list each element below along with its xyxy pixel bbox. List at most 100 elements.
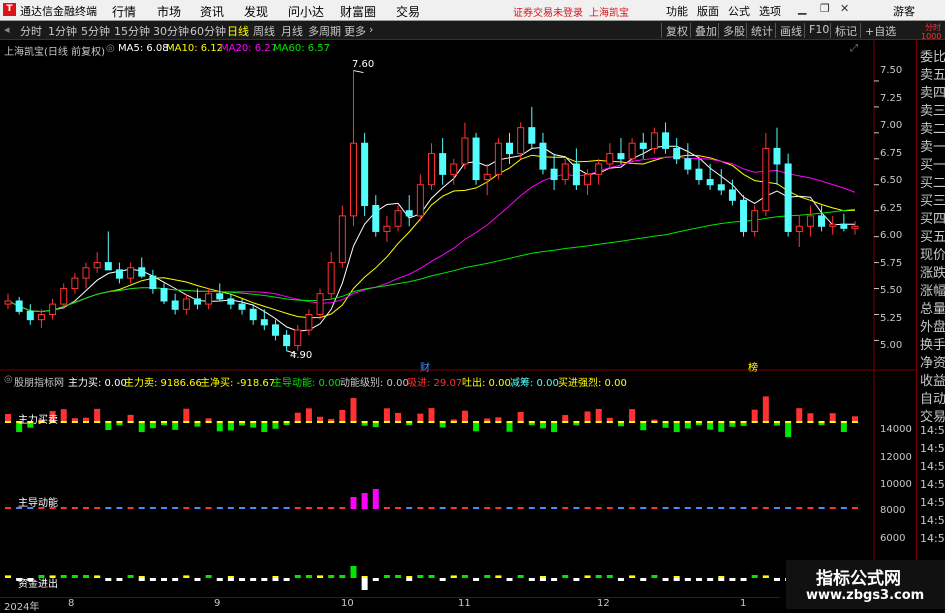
capital-bar (551, 578, 558, 581)
momentum-bar (539, 507, 546, 509)
side-tab[interactable]: 卖五 (920, 64, 945, 83)
side-tab[interactable]: 外盘 (920, 316, 945, 335)
date-label: 10 (341, 598, 354, 609)
momentum-bar (227, 507, 234, 509)
zhuli-base (840, 421, 847, 423)
momentum-bar (283, 507, 290, 509)
capital-bar (372, 578, 379, 581)
capital-bar (718, 578, 725, 581)
side-tab[interactable]: 卖二 (920, 118, 945, 137)
zhuli-bar (105, 423, 112, 430)
momentum-bar (161, 507, 168, 509)
momentum-bar (439, 507, 446, 509)
capital-base (5, 576, 11, 578)
zhuli-base (796, 421, 803, 423)
zhuli-bar (406, 423, 413, 426)
side-tab[interactable]: 卖一 (920, 136, 945, 155)
side-tab[interactable]: 总量 (920, 298, 945, 317)
zhuli-base (172, 421, 179, 423)
momentum-bar (695, 507, 702, 509)
candle (572, 163, 580, 186)
side-tab[interactable]: 买三 (920, 190, 945, 209)
low-price-label: 4.90 (290, 350, 313, 361)
vol-tick: 8000 (880, 505, 906, 516)
zhuli-base (194, 421, 201, 423)
side-tab[interactable]: 卖四 (920, 82, 945, 101)
candle (762, 147, 770, 212)
momentum-bar (205, 507, 212, 509)
side-tab[interactable]: 净资 (920, 352, 945, 371)
candle (773, 147, 781, 165)
momentum-bar (94, 507, 101, 509)
capital-bar (695, 578, 702, 581)
side-tab[interactable]: 交易 (920, 406, 945, 425)
zhuli-bar (194, 423, 201, 427)
candle (695, 168, 703, 181)
side-tab[interactable]: 涨幅 (920, 280, 945, 299)
candle (818, 215, 826, 227)
candle (361, 142, 369, 206)
zhuli-bar (183, 408, 190, 423)
candle (26, 310, 34, 321)
side-tab[interactable]: 委比 (920, 46, 945, 65)
candle (271, 324, 279, 336)
date-label: 12 (597, 598, 610, 609)
side-tab[interactable]: 自动 (920, 388, 945, 407)
candle (728, 189, 736, 201)
ind-absorb: 吸进: 29.07 (407, 378, 463, 389)
kline-chart[interactable] (0, 0, 916, 609)
zhuli-bar (383, 408, 390, 423)
candle (216, 293, 224, 300)
settings-icon[interactable]: ◎ (106, 43, 115, 54)
momentum-bar (785, 507, 792, 509)
capital-bar (216, 578, 223, 581)
side-tab[interactable]: 收益 (920, 370, 945, 389)
momentum-bar (417, 507, 424, 509)
momentum-bar (673, 507, 680, 509)
zhuli-base (239, 421, 246, 423)
momentum-bar (662, 507, 669, 509)
list-marker[interactable]: 榜 (748, 359, 758, 374)
zhuli-base (261, 421, 268, 423)
momentum-bar (5, 507, 11, 509)
momentum-bar (762, 507, 769, 509)
zhuli-bar (116, 423, 123, 426)
zhuli-base (395, 421, 402, 423)
momentum-bar (528, 507, 535, 509)
indicator-icon[interactable]: ◎ (4, 374, 13, 385)
capital-bar (239, 578, 246, 581)
zhuli-bar (729, 423, 736, 427)
side-tab[interactable]: 买四 (920, 208, 945, 227)
candle (639, 142, 647, 149)
capital-bar (740, 578, 747, 581)
zhuli-base (517, 421, 524, 423)
momentum-bar (506, 507, 513, 509)
expand-icon[interactable]: ⤢ (850, 43, 858, 54)
momentum-bar (372, 489, 379, 509)
sub-label-zijin: 资金进出 (18, 579, 58, 590)
momentum-bar (395, 507, 402, 509)
zhuli-base (305, 421, 312, 423)
zhuli-base (183, 421, 190, 423)
ind-momentum: 主导动能: 0.00 (272, 378, 341, 389)
momentum-bar (461, 507, 468, 509)
finance-marker[interactable]: 财 (420, 359, 430, 374)
zhuli-bar (350, 398, 357, 423)
side-tab[interactable]: 换手 (920, 334, 945, 353)
zhuli-bar (261, 423, 268, 433)
side-tab[interactable]: 现价 (920, 244, 945, 263)
candle (851, 225, 859, 229)
side-tab[interactable]: 买二 (920, 172, 945, 191)
momentum-bar (328, 507, 335, 509)
capital-base (718, 576, 725, 578)
side-tab[interactable]: 买一 (920, 154, 945, 173)
capital-base (317, 576, 324, 578)
side-tab[interactable]: 涨跌 (920, 262, 945, 281)
side-tab[interactable]: 卖三 (920, 100, 945, 119)
date-axis: 2024年 8 9 10 11 12 1 (0, 597, 780, 613)
zhuli-bar (740, 423, 747, 426)
ind-zhuli-buy: 主力买: 0.00 (68, 378, 127, 389)
side-tab[interactable]: 买五 (920, 226, 945, 245)
date-label: 9 (214, 598, 221, 609)
momentum-bar (562, 507, 569, 509)
